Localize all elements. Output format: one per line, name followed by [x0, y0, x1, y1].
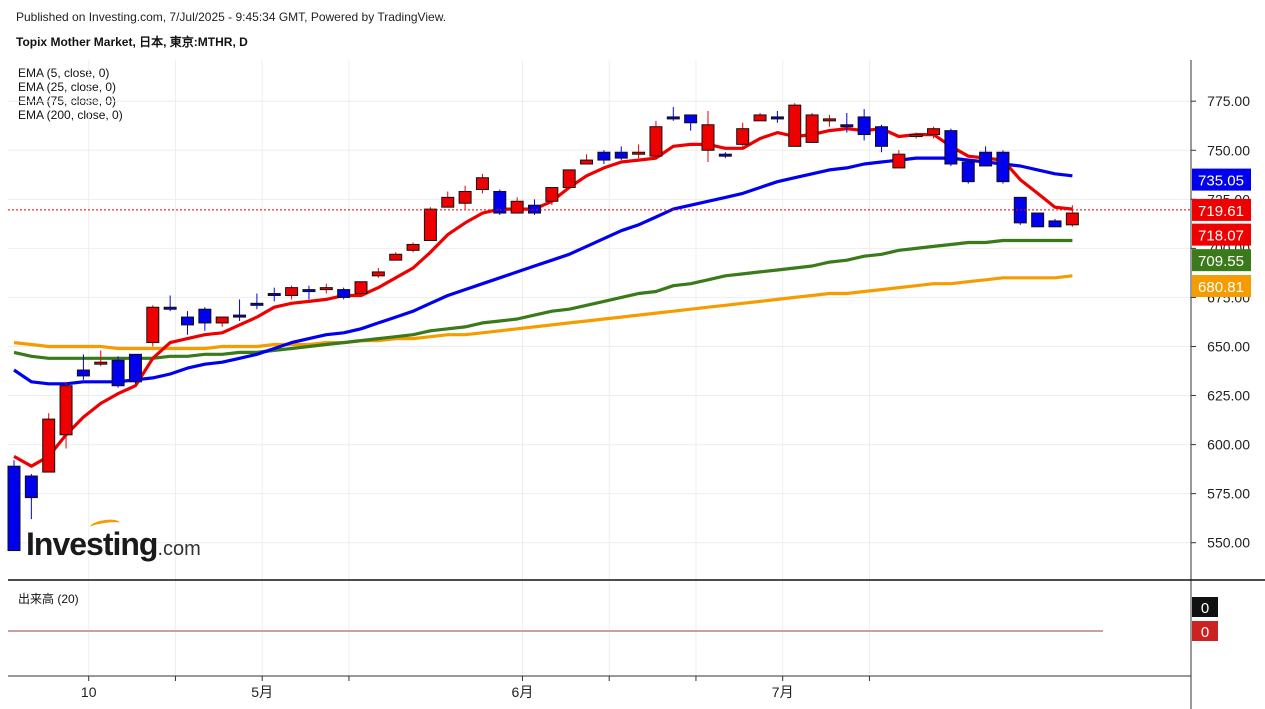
candle-body: [24, 475, 38, 499]
candle-body: [597, 151, 611, 161]
candle-body: [753, 114, 767, 122]
candle-body: [1048, 220, 1062, 228]
candle-body: [94, 361, 108, 365]
candle-body: [857, 116, 871, 136]
price-chart[interactable]: 550.00575.00600.00625.00650.00675.00700.…: [0, 0, 1265, 709]
candle-body: [76, 369, 90, 377]
candle-body: [545, 187, 559, 202]
candle-body: [215, 316, 229, 324]
candle-body: [510, 200, 524, 214]
candle-body: [944, 130, 958, 165]
x-tick-label: 5月: [251, 684, 273, 700]
candle-body: [736, 128, 750, 145]
candle-body: [128, 353, 142, 383]
investing-logo: Investing.com: [26, 517, 201, 563]
y-tick-label: 550.00: [1207, 535, 1250, 551]
candle-body: [354, 281, 368, 295]
candle-body: [979, 151, 993, 167]
candle-body: [684, 114, 698, 124]
candle-body: [319, 287, 333, 291]
candle-body: [718, 153, 732, 157]
candle-body: [337, 289, 351, 298]
y-tick-label: 575.00: [1207, 486, 1250, 502]
volume-badge-text-1: 0: [1201, 624, 1209, 641]
candle-body: [302, 289, 316, 293]
candle-body: [528, 204, 541, 214]
candle-body: [406, 243, 420, 251]
candle-body: [42, 418, 56, 473]
candle-body: [250, 302, 264, 306]
candle-body: [111, 359, 125, 387]
candle-body: [1065, 212, 1079, 226]
candle-body: [458, 190, 472, 204]
y-tick-label: 625.00: [1207, 388, 1250, 404]
candle-body: [198, 308, 212, 324]
candle-body: [649, 126, 663, 157]
candle-body: [701, 124, 715, 151]
candle-body: [475, 177, 489, 191]
candle-body: [181, 316, 194, 326]
candle-body: [163, 306, 177, 310]
y-tick-label: 775.00: [1207, 93, 1250, 109]
candle-body: [909, 134, 923, 138]
candle-body: [562, 169, 576, 189]
price-badge-text-1: 719.61: [1198, 203, 1244, 220]
candle-body: [580, 159, 594, 165]
y-tick-label: 750.00: [1207, 142, 1250, 158]
candle-body: [267, 293, 281, 297]
candle-body: [632, 151, 646, 155]
price-badge-text-3: 709.55: [1198, 253, 1244, 270]
candle-body: [770, 116, 784, 120]
candle-body: [805, 114, 819, 143]
y-tick-label: 650.00: [1207, 338, 1250, 354]
volume-label[interactable]: 出来高 (20): [18, 590, 79, 607]
price-badge-text-0: 735.05: [1198, 173, 1244, 190]
candle-body: [1031, 212, 1045, 228]
candle-body: [666, 116, 680, 120]
volume-badge-text-0: 0: [1201, 600, 1209, 617]
candle-body: [423, 208, 437, 242]
x-tick-label: 10: [81, 684, 97, 700]
candle-body: [927, 128, 941, 136]
y-tick-label: 600.00: [1207, 437, 1250, 453]
candle-body: [371, 271, 385, 277]
candle-body: [7, 465, 21, 552]
price-badge-text-4: 680.81: [1198, 279, 1244, 296]
candle-body: [441, 196, 455, 208]
candle-body: [614, 151, 628, 159]
candle-body: [788, 104, 802, 147]
candle-body: [961, 161, 975, 183]
candle-body: [389, 253, 403, 261]
x-tick-label: 7月: [772, 684, 794, 700]
candle-body: [233, 314, 247, 318]
candle-body: [146, 306, 160, 344]
candle-body: [59, 385, 73, 436]
price-badge-text-2: 718.07: [1198, 228, 1244, 245]
candle-body: [875, 126, 888, 147]
candle-body: [822, 118, 836, 122]
candle-body: [840, 124, 854, 128]
candle-body: [892, 153, 906, 169]
x-tick-label: 6月: [512, 684, 534, 700]
candle-body: [285, 287, 299, 296]
candle-body: [996, 151, 1010, 183]
